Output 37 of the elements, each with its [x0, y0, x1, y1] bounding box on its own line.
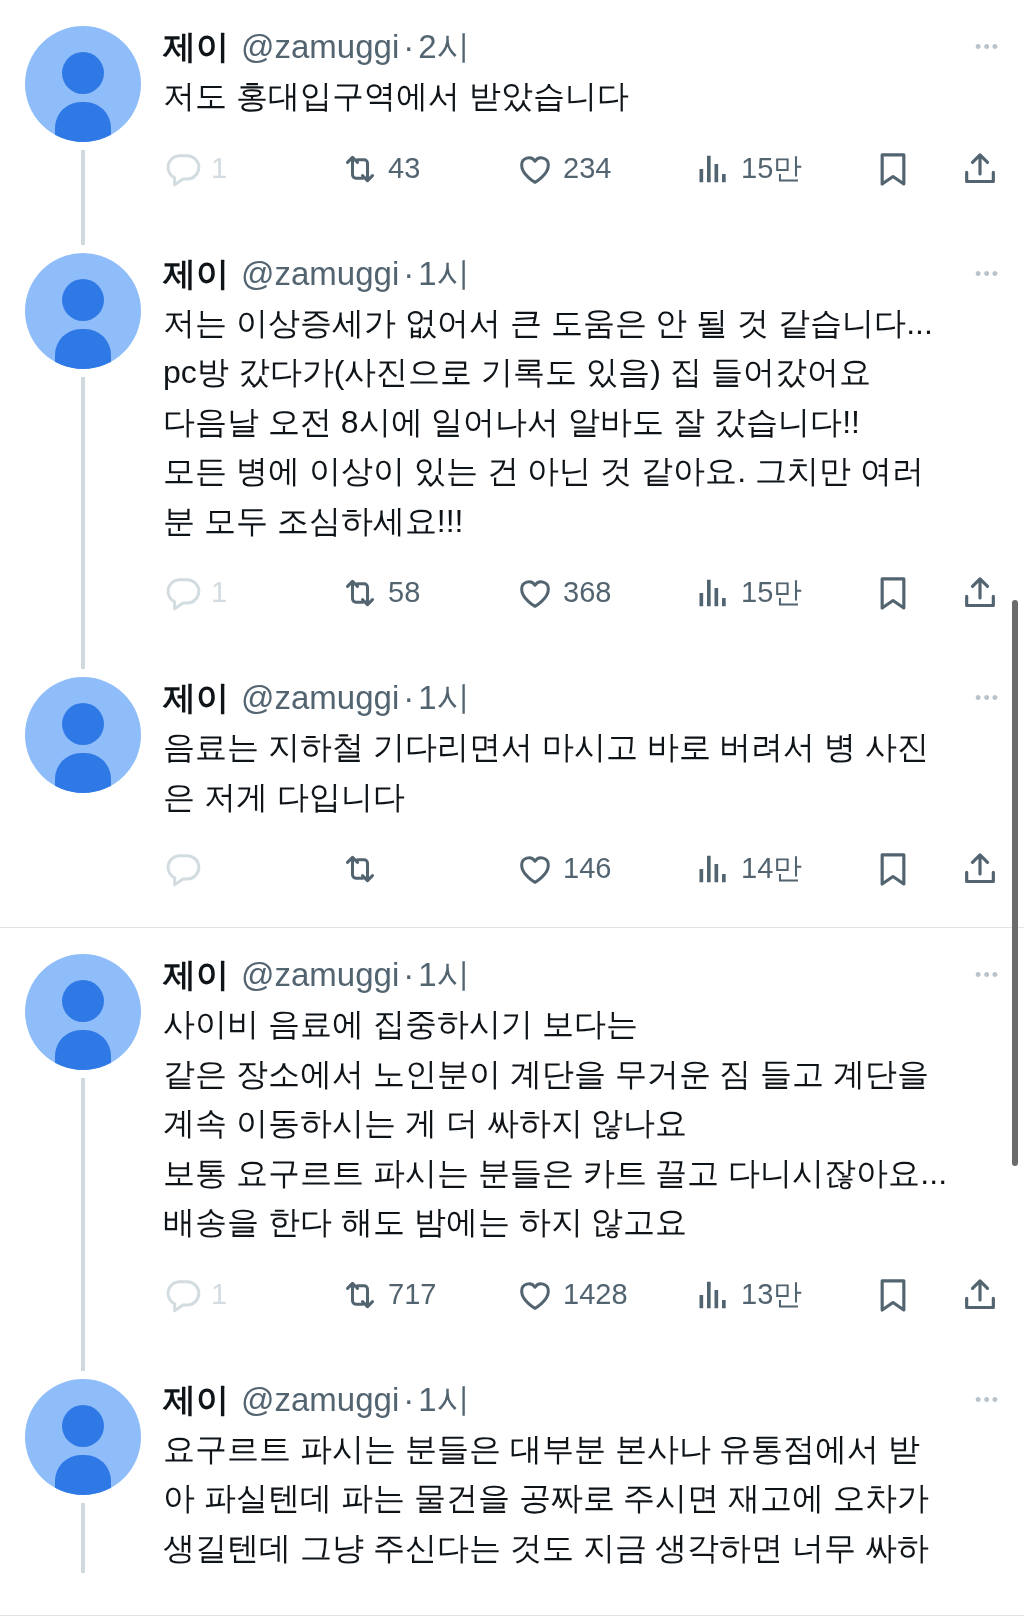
scrollbar[interactable] [1012, 600, 1018, 1166]
author-handle[interactable]: @zamuggi [241, 673, 400, 723]
timestamp[interactable]: 1시 [418, 1374, 470, 1425]
timestamp[interactable]: 1시 [418, 673, 470, 723]
like-count: 368 [563, 575, 612, 611]
separator-dot: · [403, 678, 415, 718]
view-count: 15만 [741, 575, 803, 611]
timestamp[interactable]: 2시 [418, 22, 470, 72]
separator-dot: · [403, 1379, 415, 1420]
separator-dot: · [403, 955, 415, 995]
tweet-text: 저는 이상증세가 없어서 큰 도움은 안 될 것 같습니다... pc방 갔다가(사진으로 기록도 있음) 집 들어갔어요 다음날 오전 8시에 일어나서 알바도 잘 갔습니다!! 모든 병에 이상이 있는 건 아닌 것 같아요. 그치만 여러 분 모두 조심하세요!!! [163, 303, 934, 541]
view-count: 13만 [741, 1276, 803, 1312]
tweet-text: 사이비 음료에 집중하시기 보다는 같은 장소에서 노인분이 계단을 무거운 짐 들고 계단을 계속 이동하시는 게 더 싸하지 않나요 보통 요구르트 파시는 분들은 카트 끌고 다니시잖아요... 배송을 한다 해도 밤에는 하지 않고요 [163, 1005, 948, 1242]
author-name[interactable]: 제이 [163, 673, 229, 723]
view-count: 15만 [741, 150, 803, 186]
like-count: 234 [563, 150, 612, 186]
retweet-count: 717 [388, 1276, 437, 1312]
tweet-text: 요구르트 파시는 분들은 대부분 본사나 유통점에서 받 아 파실텐데 파는 물건을 공짜로 주시면 재고에 오차가 생길텐데 그냥 주신다는 것도 지금 생각하면 너무 싸하 [163, 1429, 931, 1568]
separator-dot: · [403, 27, 415, 67]
author-handle[interactable]: @zamuggi [241, 1374, 400, 1425]
author-handle[interactable]: @zamuggi [241, 950, 400, 1000]
separator-dot: · [403, 253, 415, 294]
author-name[interactable]: 제이 [163, 248, 229, 299]
retweet-count: 43 [388, 150, 421, 186]
tweet-text: 저도 홍대입구역에서 받았습니다 [163, 77, 630, 116]
author-name[interactable]: 제이 [163, 22, 229, 72]
retweet-count: 58 [388, 575, 421, 611]
view-count: 14만 [741, 851, 803, 887]
tweet-text: 음료는 지하철 기다리면서 마시고 바로 버려서 병 사진 은 저게 다입니다 [163, 728, 931, 817]
like-count: 146 [563, 851, 612, 887]
like-count: 1428 [563, 1276, 628, 1312]
author-handle[interactable]: @zamuggi [241, 22, 400, 72]
timestamp[interactable]: 1시 [418, 950, 470, 1000]
timestamp[interactable]: 1시 [418, 248, 470, 299]
author-handle[interactable]: @zamuggi [241, 248, 400, 299]
author-name[interactable]: 제이 [163, 950, 229, 1000]
author-name[interactable]: 제이 [163, 1374, 229, 1425]
